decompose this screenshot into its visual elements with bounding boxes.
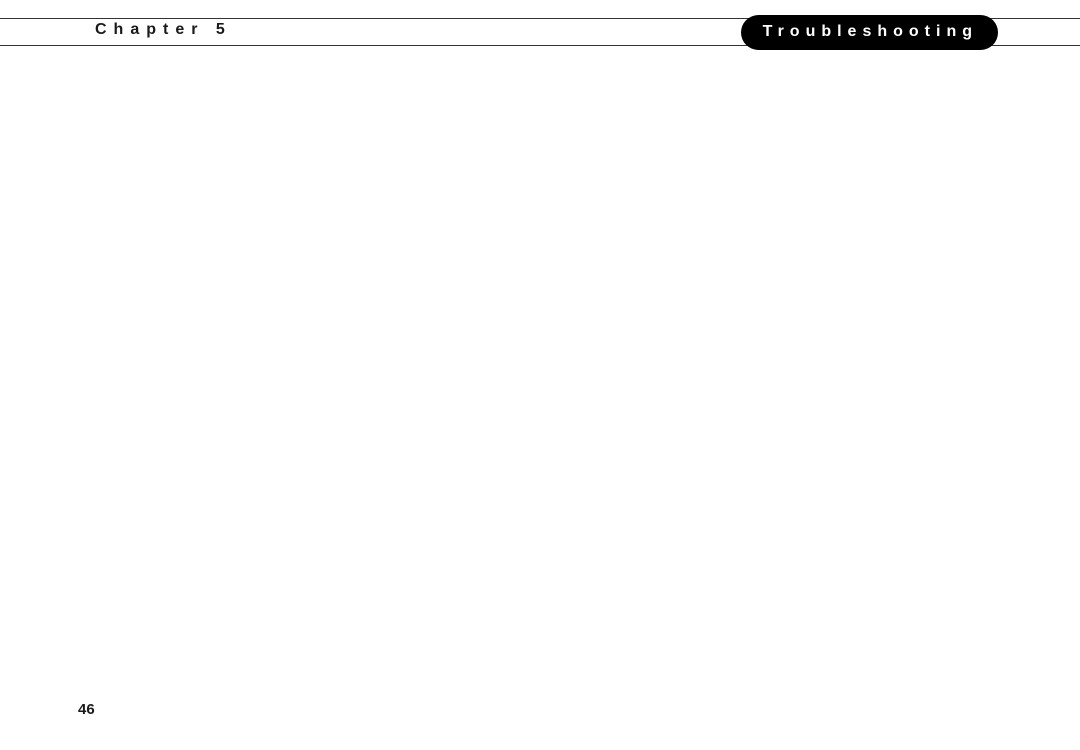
chapter-label: Chapter 5: [95, 21, 232, 39]
chapter-title-lozenge: Troubleshooting: [741, 15, 998, 50]
page-number: 46: [78, 701, 95, 718]
